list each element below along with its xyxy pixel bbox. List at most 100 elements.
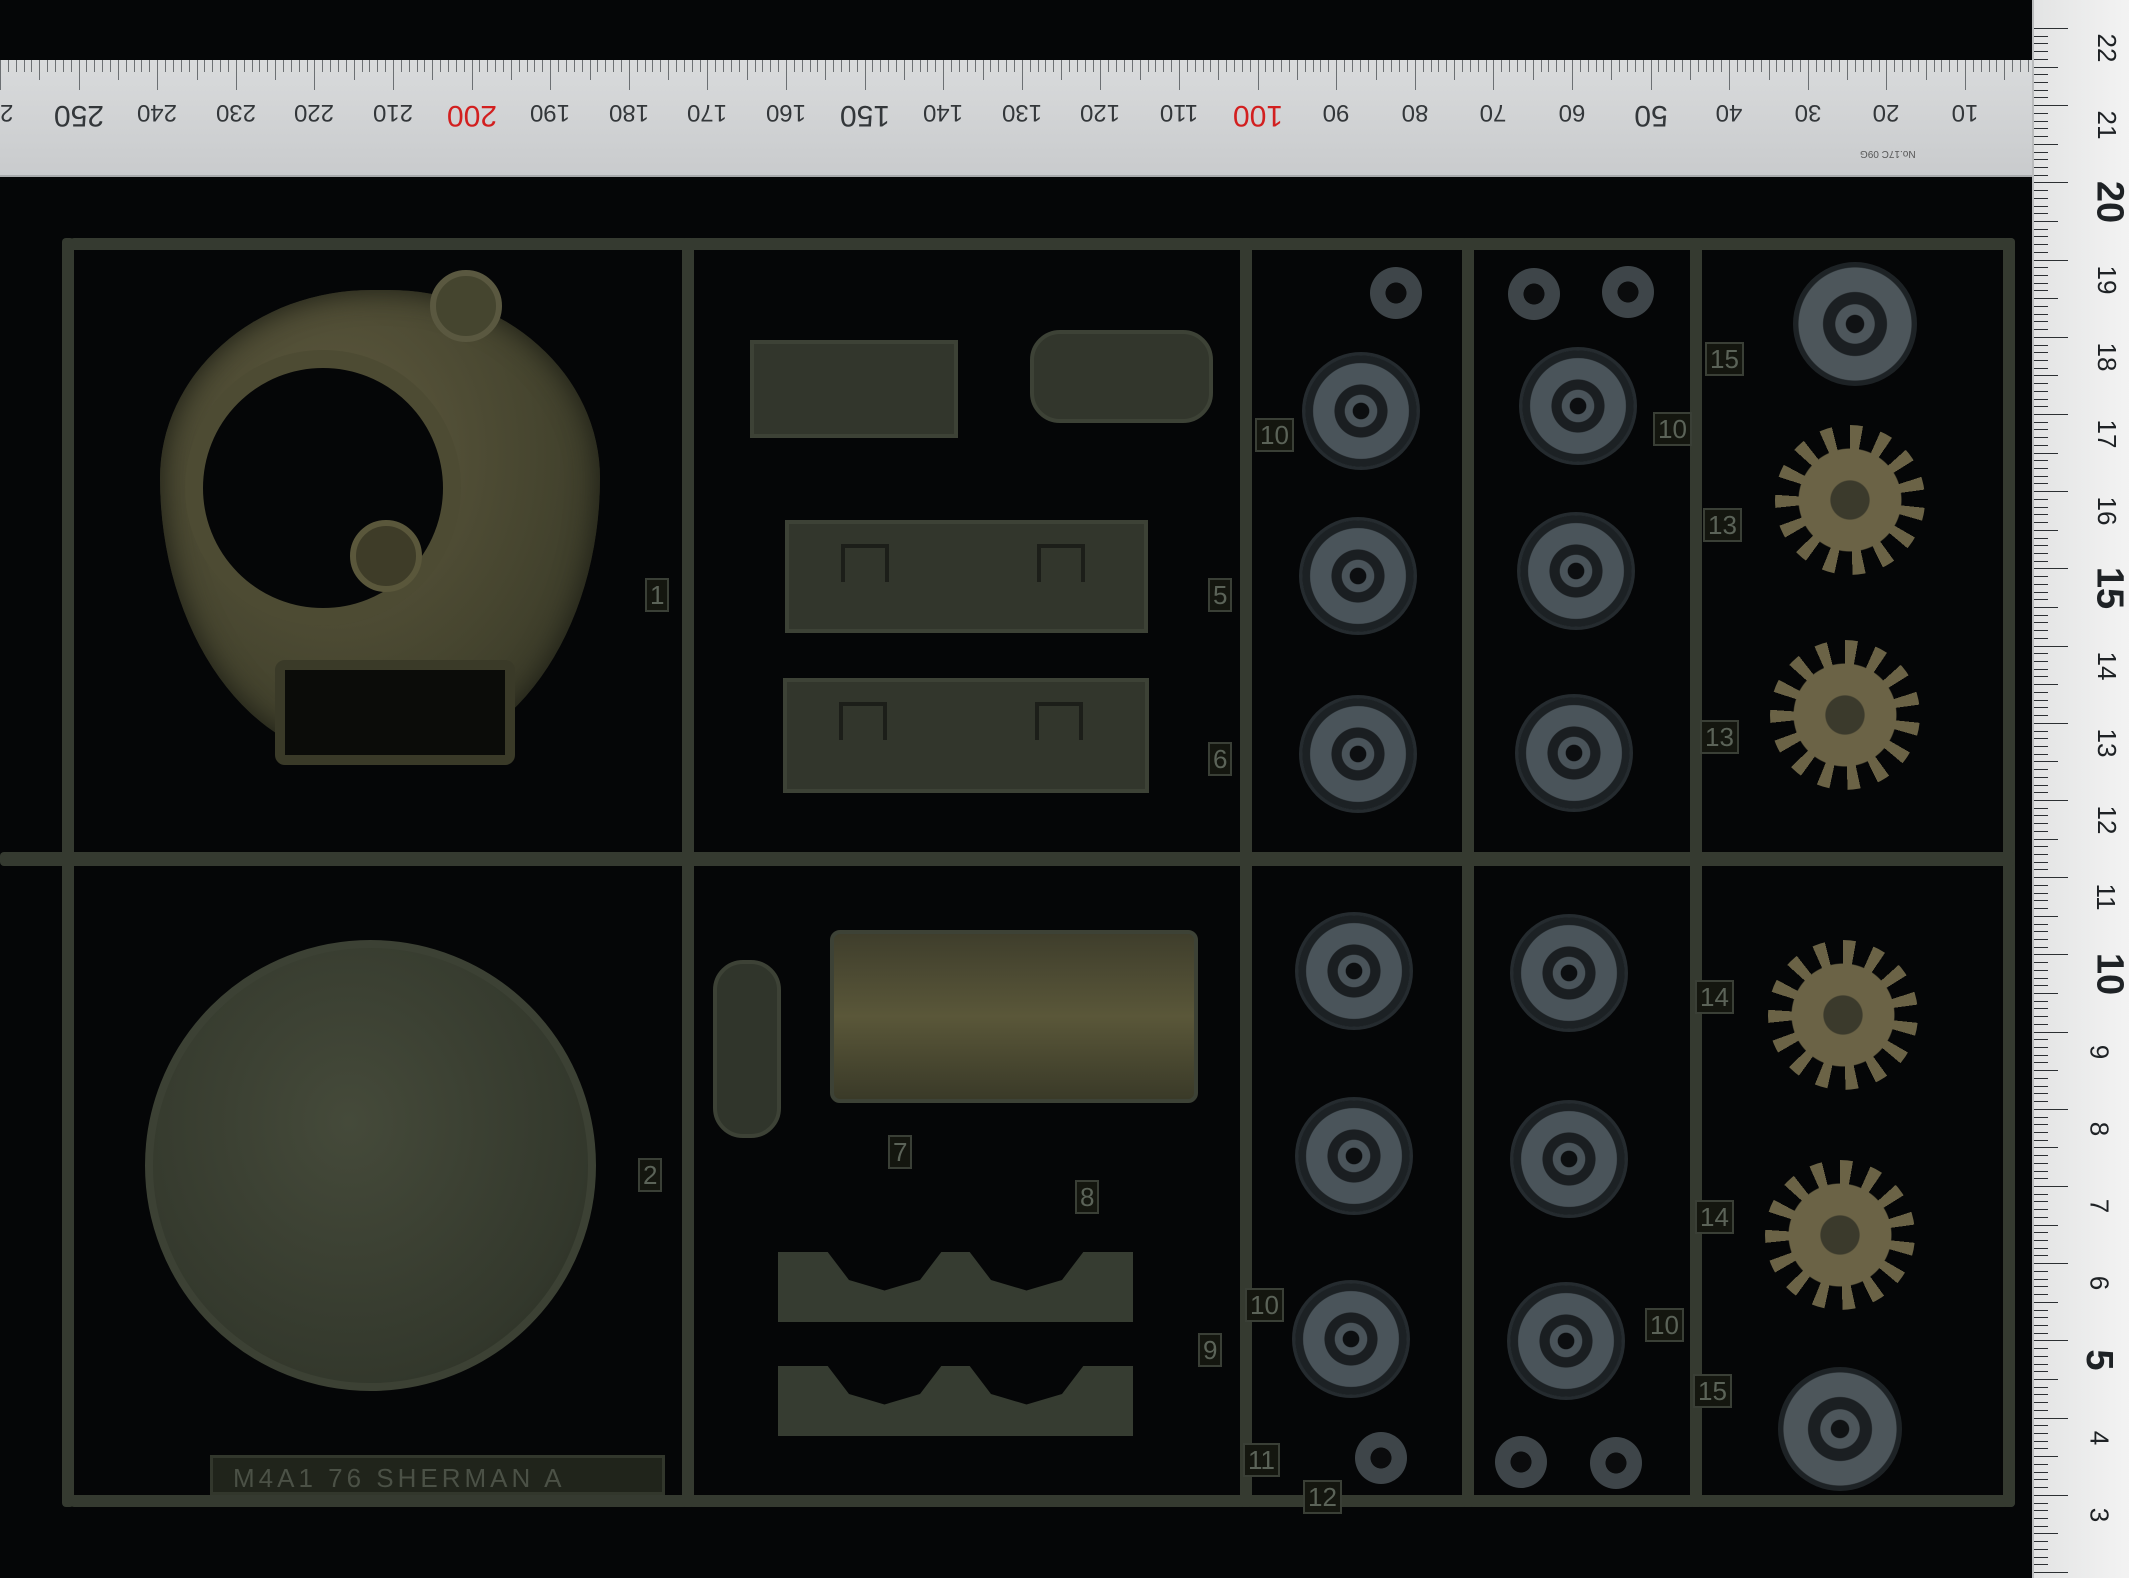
ruler-tick	[2034, 1278, 2048, 1280]
ruler-tick	[1776, 60, 1778, 72]
ruler-tick	[2034, 321, 2048, 323]
ruler-label: 6	[2084, 1275, 2115, 1291]
ruler-tick	[2034, 1572, 2068, 1573]
ruler-tick	[2034, 877, 2068, 879]
ruler-tick	[762, 60, 764, 72]
ruler-label: 19	[2091, 265, 2122, 295]
ruler-tick	[2034, 1448, 2048, 1450]
ruler-label: 12	[2091, 805, 2122, 835]
ruler-tick	[754, 60, 756, 72]
ruler-tick	[809, 60, 811, 72]
ruler-tick	[102, 60, 104, 72]
ruler-tick	[1807, 60, 1809, 90]
ruler-tick	[2034, 329, 2048, 331]
ruler-tick	[322, 60, 324, 72]
ruler-tick	[613, 60, 615, 72]
ruler-tick	[1084, 60, 1086, 72]
ruler-label: 13	[2091, 728, 2122, 758]
road-wheel	[1298, 915, 1410, 1027]
ruler-tick	[369, 60, 371, 72]
ruler-tick	[1186, 60, 1188, 72]
ruler-tick	[872, 60, 874, 72]
ruler-tick	[833, 60, 835, 72]
part-panel-6	[783, 678, 1149, 793]
ruler-tick	[927, 60, 929, 72]
ruler-tick	[1163, 60, 1165, 72]
ruler-tick	[1218, 60, 1220, 80]
ruler-tick	[2034, 529, 2058, 531]
ruler-tick	[2034, 1255, 2048, 1257]
ruler-tick	[2034, 1016, 2048, 1018]
ruler-tick	[2034, 1425, 2048, 1427]
turret-lug	[430, 270, 502, 342]
ruler-tick	[1839, 60, 1841, 72]
ruler-tick	[2034, 1379, 2058, 1380]
ruler-tick	[1917, 60, 1919, 72]
ruler-tick	[510, 60, 512, 80]
ruler-tick	[1972, 60, 1974, 72]
ruler-tick	[958, 60, 960, 72]
ruler-tick	[2034, 1270, 2048, 1272]
ruler-tick	[1061, 60, 1063, 80]
ruler-tick	[825, 60, 827, 80]
ruler-tick	[1854, 60, 1856, 72]
ruler-tick	[2034, 375, 2058, 377]
ruler-tick	[2034, 1417, 2068, 1419]
ruler-tick	[2034, 753, 2048, 755]
ruler-tick	[2034, 1394, 2048, 1396]
ruler-label: 80	[1401, 99, 1429, 126]
ruler-tick	[2034, 197, 2048, 199]
ruler-tick	[1768, 60, 1770, 80]
ruler-tick	[2034, 923, 2048, 925]
ruler-tick	[2034, 730, 2048, 732]
ruler-tick	[715, 60, 717, 72]
ruler-tick	[2034, 1286, 2048, 1288]
ruler-tick	[2034, 769, 2048, 771]
ruler-tick	[2034, 1479, 2048, 1481]
ruler-tick	[1587, 60, 1589, 72]
part-number-label: 1	[645, 578, 670, 612]
ruler-tick	[2034, 1371, 2048, 1373]
road-wheel	[1513, 1103, 1625, 1215]
ruler-tick	[275, 60, 277, 80]
ruler-tick	[2034, 1139, 2048, 1141]
ruler-tick	[2034, 823, 2048, 825]
part-fender-9a	[778, 1252, 1133, 1322]
ruler-tick	[2034, 807, 2048, 809]
ruler-tick	[2034, 344, 2048, 346]
ruler-tick	[479, 60, 481, 72]
ruler-tick	[1155, 60, 1157, 72]
turret-ring	[185, 350, 461, 626]
ruler-tick	[951, 60, 953, 72]
ruler-label: 20	[2088, 181, 2129, 224]
ruler-tick	[2034, 784, 2048, 786]
ruler-label: 22	[2091, 33, 2122, 63]
ruler-tick	[2034, 398, 2048, 400]
ruler-tick	[2034, 1240, 2048, 1242]
ruler-label: 100	[1232, 99, 1283, 132]
ruler-tick	[2034, 244, 2048, 246]
ruler-tick	[2034, 514, 2048, 516]
ruler-tick	[2004, 60, 2006, 80]
ruler-tick	[2034, 429, 2048, 431]
ruler-tick	[416, 60, 418, 72]
ruler-tick	[2034, 136, 2048, 138]
ruler-label: 17	[2091, 419, 2122, 449]
ruler-tick	[165, 60, 167, 72]
ruler-tick	[982, 60, 984, 80]
ruler-tick	[1799, 60, 1801, 72]
ruler-tick	[652, 60, 654, 72]
ruler-tick	[1862, 60, 1864, 72]
ruler-tick	[1265, 60, 1267, 72]
road-wheel	[1295, 1283, 1407, 1395]
ruler-tick	[2034, 112, 2048, 114]
ruler-tick	[1682, 60, 1684, 72]
part-number-label: 15	[1705, 342, 1744, 376]
part-number-label: 5	[1208, 578, 1233, 612]
ruler-tick	[1092, 60, 1094, 72]
ruler-tick	[471, 60, 473, 90]
ruler-tick	[966, 60, 968, 72]
ruler-tick	[2034, 1155, 2048, 1157]
ruler-tick	[2034, 1332, 2048, 1334]
ruler-tick	[683, 60, 685, 72]
